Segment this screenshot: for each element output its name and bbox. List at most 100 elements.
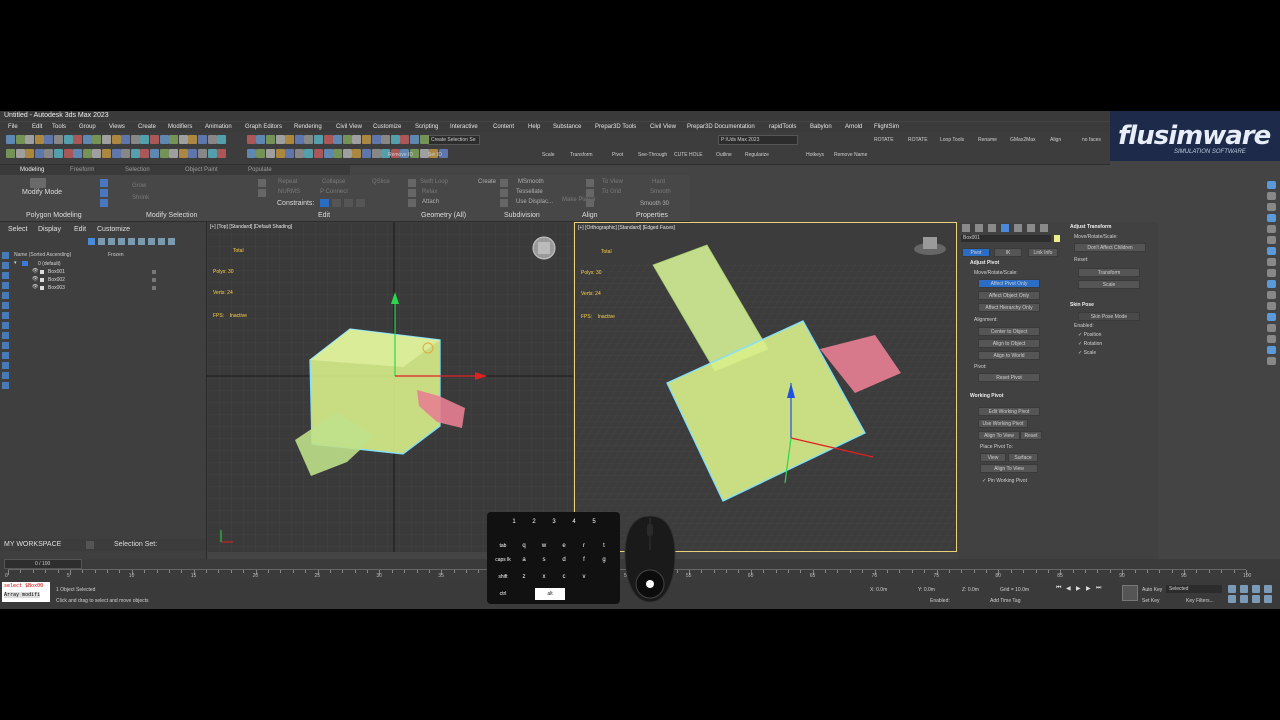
- side-tool-icon[interactable]: [1267, 181, 1276, 189]
- align-to-view-button[interactable]: Align To View: [978, 431, 1020, 440]
- freeze-icon[interactable]: [152, 270, 156, 274]
- scene-filter-icon[interactable]: [108, 238, 115, 245]
- side-tool-icon[interactable]: [1267, 258, 1276, 266]
- object-name-field[interactable]: Box001: [961, 235, 1051, 242]
- menu-item-group[interactable]: Group: [79, 122, 96, 132]
- coord-x[interactable]: X: 0.0m: [870, 587, 887, 593]
- scene-side-icon[interactable]: [2, 252, 9, 259]
- toolbar-tool-icon[interactable]: [150, 135, 159, 144]
- key-t[interactable]: t: [597, 540, 611, 552]
- side-tool-icon[interactable]: [1267, 192, 1276, 200]
- ribbon-item-qslice[interactable]: QSlice: [372, 179, 390, 185]
- ribbon-item-attach[interactable]: Attach: [422, 199, 439, 205]
- ribbon-tool-icon[interactable]: [500, 199, 508, 207]
- toolbar-label-rename[interactable]: Rename: [978, 137, 997, 143]
- scene-tab-select[interactable]: Select: [8, 226, 27, 233]
- toolbar-label-pivot[interactable]: Pivot: [612, 152, 623, 158]
- toolbar-tool-icon[interactable]: [121, 149, 131, 158]
- toolbar-tool-icon[interactable]: [130, 149, 140, 158]
- ribbon-tool-icon[interactable]: [500, 189, 508, 197]
- key-2[interactable]: 2: [527, 516, 541, 528]
- side-tool-icon[interactable]: [1267, 346, 1276, 354]
- key-v[interactable]: v: [577, 571, 591, 583]
- column-name-header[interactable]: Name (Sorted Ascending): [14, 252, 71, 258]
- toolbar-label-loop-tools[interactable]: Loop Tools: [940, 137, 964, 143]
- ribbon-item-to-view[interactable]: To View: [602, 179, 623, 185]
- ribbon-tool-icon[interactable]: [100, 179, 108, 187]
- toolbar-tool-icon[interactable]: [381, 135, 391, 144]
- column-frozen-header[interactable]: Frozen: [108, 252, 124, 258]
- toolbar-tool-icon[interactable]: [207, 135, 217, 144]
- toolbar-tool-icon[interactable]: [159, 149, 169, 158]
- toolbar-tool-icon[interactable]: [266, 135, 275, 144]
- key-4[interactable]: 4: [567, 516, 581, 528]
- toolbar-tool-icon[interactable]: [352, 149, 362, 158]
- selection-set-dropdown[interactable]: Create Selection Se: [428, 135, 480, 145]
- viewport-nav-icon[interactable]: [1264, 595, 1272, 603]
- command-tab-icon[interactable]: [962, 224, 970, 232]
- ribbon-section-geometry-all-[interactable]: Geometry (All): [421, 212, 466, 219]
- menu-item-edit[interactable]: Edit: [32, 122, 42, 132]
- constraint-edge-icon[interactable]: [332, 199, 341, 207]
- scene-side-icon[interactable]: [2, 282, 9, 289]
- add-time-tag[interactable]: Add Time Tag: [990, 598, 1020, 604]
- ribbon-item-tessellate[interactable]: Tessellate: [516, 189, 543, 195]
- affect-pivot-only-button[interactable]: Affect Pivot Only: [978, 279, 1040, 288]
- scene-filter-icon[interactable]: [128, 238, 135, 245]
- scene-tab-display[interactable]: Display: [38, 226, 61, 233]
- toolbar-label-transform[interactable]: Transform: [570, 152, 593, 158]
- scene-side-icon[interactable]: [2, 382, 9, 389]
- scene-tab-edit[interactable]: Edit: [74, 226, 86, 233]
- freeze-icon[interactable]: [152, 278, 156, 282]
- ribbon-item-grow[interactable]: Grow: [132, 183, 146, 189]
- ribbon-section-subdivision[interactable]: Subdivision: [504, 212, 540, 219]
- key-ctrl[interactable]: ctrl: [491, 588, 515, 600]
- key-s[interactable]: s: [537, 554, 551, 566]
- menu-item-flightsim[interactable]: FlightSim: [874, 122, 899, 132]
- toolbar-tool-icon[interactable]: [362, 149, 371, 158]
- scale-button[interactable]: Scale: [1078, 280, 1140, 289]
- expand-icon[interactable]: ▾: [14, 260, 17, 266]
- menu-item-civil-view[interactable]: Civil View: [336, 122, 362, 132]
- toolbar-tool-icon[interactable]: [246, 149, 256, 158]
- scene-side-icon[interactable]: [2, 332, 9, 339]
- toolbar-label-set-id[interactable]: Set ID: [428, 152, 442, 158]
- scene-filter-icon[interactable]: [98, 238, 105, 245]
- ribbon-item-hard[interactable]: Hard: [652, 179, 665, 185]
- reset-working-button[interactable]: Reset: [1020, 431, 1042, 440]
- toolbar-tool-icon[interactable]: [217, 149, 227, 158]
- toolbar-tool-icon[interactable]: [314, 149, 323, 158]
- toolbar-label-see-through[interactable]: See-Through: [638, 152, 667, 158]
- toolbar-label-rotate[interactable]: ROTATE: [908, 137, 928, 143]
- ribbon-item-repeat[interactable]: Repeat: [278, 179, 297, 185]
- toolbar-tool-icon[interactable]: [73, 135, 83, 144]
- toolbar-tool-icon[interactable]: [275, 135, 285, 144]
- menu-item-babylon[interactable]: Babylon: [810, 122, 832, 132]
- playback-prev-icon[interactable]: ◀: [1066, 585, 1071, 592]
- playback-end-icon[interactable]: ⏭: [1096, 585, 1101, 592]
- toolbar-tool-icon[interactable]: [371, 135, 381, 144]
- scene-side-icon[interactable]: [2, 352, 9, 359]
- viewport-top-label[interactable]: [+] [Top] [Standard] [Default Shading]: [210, 224, 292, 230]
- key-c[interactable]: c: [557, 571, 571, 583]
- affect-hierarchy-only-button[interactable]: Affect Hierarchy Only: [978, 303, 1040, 312]
- toolbar-tool-icon[interactable]: [6, 135, 15, 144]
- key-x[interactable]: x: [537, 571, 551, 583]
- menu-item-create[interactable]: Create: [138, 122, 156, 132]
- scene-side-icon[interactable]: [2, 272, 9, 279]
- key-w[interactable]: w: [537, 540, 551, 552]
- toolbar-tool-icon[interactable]: [25, 135, 35, 144]
- menu-item-prepar3d-documentation[interactable]: Prepar3D Documentation: [687, 122, 755, 132]
- position-checkbox[interactable]: ✓ Position: [1078, 332, 1101, 338]
- menu-item-help[interactable]: Help: [528, 122, 540, 132]
- toolbar-tool-icon[interactable]: [342, 135, 352, 144]
- toolbar-tool-icon[interactable]: [159, 135, 169, 144]
- key-d[interactable]: d: [557, 554, 571, 566]
- object-color-swatch[interactable]: [1054, 235, 1060, 242]
- reset-pivot-button[interactable]: Reset Pivot: [978, 373, 1040, 382]
- viewcube-ortho[interactable]: [923, 237, 937, 249]
- viewport-top[interactable]: [+] [Top] [Standard] [Default Shading] T…: [207, 222, 573, 552]
- key-e[interactable]: e: [557, 540, 571, 552]
- toolbar-tool-icon[interactable]: [82, 149, 92, 158]
- side-tool-icon[interactable]: [1267, 247, 1276, 255]
